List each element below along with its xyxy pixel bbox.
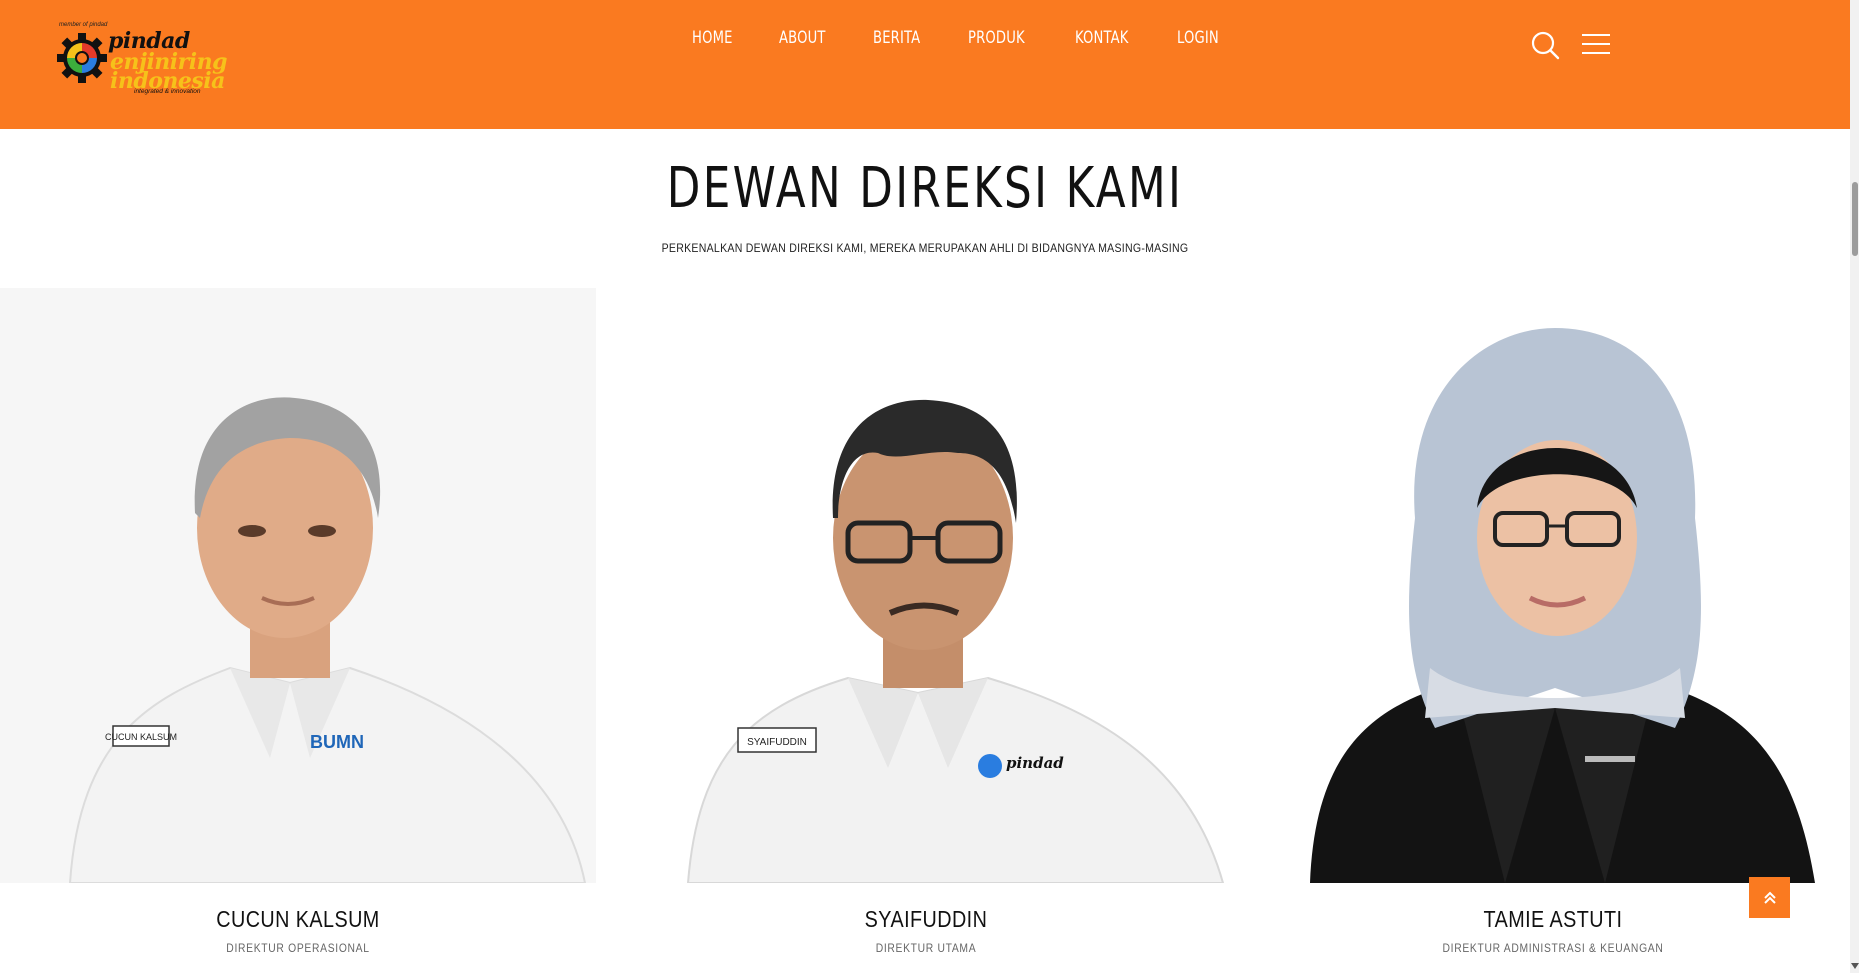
hamburger-menu-button[interactable]	[1582, 34, 1610, 56]
director-name: CUCUN KALSUM	[216, 906, 380, 932]
page: member of pindad pindad enjiniring indon…	[0, 0, 1850, 973]
section-title: DEWAN DIREKSI KAMI	[666, 156, 1184, 221]
portrait-image	[1255, 288, 1850, 883]
main-nav: HOME ABOUT BERITA PRODUK KONTAK LOGIN	[692, 28, 1266, 56]
director-role: DIREKTUR UTAMA	[875, 941, 977, 955]
nav-kontak[interactable]: KONTAK	[1075, 28, 1129, 56]
site-header: member of pindad pindad enjiniring indon…	[0, 0, 1850, 129]
portrait-image: SYAIFUDDIN pindad	[628, 288, 1224, 883]
director-name: SYAIFUDDIN	[864, 906, 988, 932]
nav-login[interactable]: LOGIN	[1177, 28, 1219, 56]
svg-text:pindad: pindad	[1006, 754, 1064, 772]
nav-home[interactable]: HOME	[692, 28, 733, 56]
search-button[interactable]	[1530, 30, 1560, 60]
hamburger-line	[1582, 43, 1610, 45]
site-logo[interactable]: member of pindad pindad enjiniring indon…	[56, 22, 228, 95]
svg-text:SYAIFUDDIN: SYAIFUDDIN	[747, 737, 807, 748]
director-role: DIREKTUR OPERASIONAL	[226, 941, 370, 955]
nav-berita[interactable]: BERITA	[873, 28, 920, 56]
double-chevron-up-icon	[1763, 891, 1776, 904]
svg-text:BUMN: BUMN	[310, 732, 364, 752]
director-card: CUCUN KALSUM BUMN CUCUN KALSUM DIREKTUR …	[0, 288, 596, 973]
director-card: TAMIE ASTUTI DIREKTUR ADMINISTRASI & KEU…	[1255, 288, 1850, 973]
director-card: SYAIFUDDIN pindad SYAIFUDDIN DIREKTUR UT…	[628, 288, 1224, 973]
section-subtitle: PERKENALKAN DEWAN DIREKSI KAMI, MEREKA M…	[661, 241, 1189, 255]
director-name: TAMIE ASTUTI	[1483, 906, 1623, 932]
logo-tagline: integrated & innovation	[134, 88, 201, 95]
search-icon	[1531, 31, 1560, 60]
nav-produk[interactable]: PRODUK	[968, 28, 1025, 56]
director-photo: CUCUN KALSUM BUMN	[0, 288, 596, 883]
director-photo: SYAIFUDDIN pindad	[628, 288, 1224, 883]
nav-about[interactable]: ABOUT	[779, 28, 826, 56]
director-role: DIREKTUR ADMINISTRASI & KEUANGAN	[1442, 941, 1664, 955]
page-scrollbar[interactable]	[1850, 0, 1859, 973]
hamburger-line	[1582, 52, 1610, 54]
hamburger-menu-icon	[1582, 34, 1610, 36]
scrollbar-thumb[interactable]	[1852, 182, 1858, 256]
logo-pre-text: member of pindad	[59, 22, 108, 28]
scroll-down-arrow-icon[interactable]	[1851, 963, 1859, 969]
back-to-top-button[interactable]	[1749, 877, 1790, 918]
director-photo	[1255, 288, 1850, 883]
gear-logo-icon	[57, 33, 107, 83]
portrait-image: CUCUN KALSUM BUMN	[0, 288, 596, 883]
svg-text:CUCUN KALSUM: CUCUN KALSUM	[105, 732, 177, 742]
